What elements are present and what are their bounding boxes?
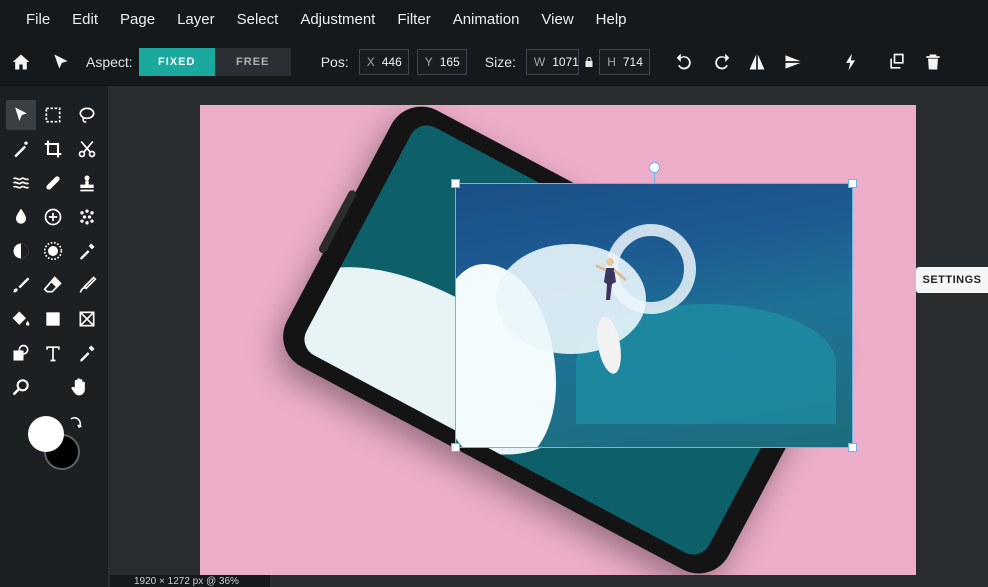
zoom-tool-icon[interactable] [6,372,36,402]
resize-handle-bottom-left[interactable] [451,443,460,452]
shape-tool-icon[interactable] [6,338,36,368]
smudge-tool-icon[interactable] [72,270,102,300]
surfer-figure [596,258,626,300]
size-label: Size: [484,53,516,70]
stamp-tool-icon[interactable] [72,168,102,198]
select-tool-icon[interactable] [6,100,36,130]
h-field-value[interactable]: 714 [623,55,649,69]
x-field[interactable]: X 446 [358,48,409,75]
menu-file[interactable]: File [26,11,50,28]
selected-layer-bounds[interactable] [451,162,857,452]
flip-vertical-icon[interactable] [776,45,810,79]
dodge-tool-icon[interactable] [6,236,36,266]
rotate-handle[interactable] [649,162,660,173]
rotate-right-icon[interactable] [704,45,738,79]
fill-tool-icon[interactable] [6,304,36,334]
status-bar-dimensions: 1920 × 1272 px @ 36% [110,575,270,587]
workspace[interactable] [108,86,988,587]
burn-tool-icon[interactable] [38,236,68,266]
canvas-artboard[interactable] [200,105,916,575]
cut-tool-icon[interactable] [72,134,102,164]
options-toolbar: Aspect: FIXED FREE Pos: X 446 Y 165 Size… [0,38,988,86]
menu-view[interactable]: View [541,11,573,28]
duplicate-icon[interactable] [880,45,914,79]
rectangle-tool-icon[interactable] [38,304,68,334]
image-placeholder-icon[interactable] [72,304,102,334]
marquee-tool-icon[interactable] [38,100,68,130]
photo-editor-app: File Edit Page Layer Select Adjustment F… [0,0,988,587]
menu-filter[interactable]: Filter [397,11,430,28]
menu-select[interactable]: Select [237,11,279,28]
resize-handle-top-left[interactable] [451,179,460,188]
move-tool-icon[interactable] [44,45,78,79]
lasso-tool-icon[interactable] [72,100,102,130]
x-field-value[interactable]: 446 [382,55,408,69]
swap-colors-icon[interactable] [66,414,84,432]
y-field[interactable]: Y 165 [416,48,467,75]
delete-icon[interactable] [916,45,950,79]
menubar: File Edit Page Layer Select Adjustment F… [0,0,988,38]
pattern-tool-icon[interactable] [72,202,102,232]
blur-tool-icon[interactable] [6,202,36,232]
text-tool-icon[interactable] [38,338,68,368]
magic-wand-icon[interactable] [6,134,36,164]
rotate-left-icon[interactable] [668,45,702,79]
lock-icon[interactable] [579,45,599,79]
w-field-key: W [533,54,546,69]
aspect-free-button[interactable]: FREE [214,47,291,76]
menu-animation[interactable]: Animation [453,11,520,28]
rotation-guide [654,172,655,184]
aspect-fixed-button[interactable]: FIXED [138,47,215,76]
menu-layer[interactable]: Layer [177,11,215,28]
liquify-tool-icon[interactable] [6,168,36,198]
w-field-value[interactable]: 1071 [552,55,579,69]
menu-help[interactable]: Help [596,11,627,28]
y-field-key: Y [424,54,433,69]
eyedropper-tool-icon[interactable] [72,338,102,368]
menu-page[interactable]: Page [120,11,155,28]
crop-tool-icon[interactable] [38,134,68,164]
menu-adjustment[interactable]: Adjustment [300,11,375,28]
home-icon[interactable] [4,45,38,79]
h-field-key: H [607,54,616,69]
menu-edit[interactable]: Edit [72,11,98,28]
flip-horizontal-icon[interactable] [740,45,774,79]
resize-handle-top-right[interactable] [848,179,857,188]
w-field[interactable]: W 1071 [525,48,580,75]
surfer-photo-layer [456,184,852,447]
magic-transform-icon[interactable] [834,45,868,79]
y-field-value[interactable]: 165 [440,55,466,69]
aspect-label: Aspect: [86,53,133,70]
eraser-tool-icon[interactable] [38,270,68,300]
brush-tool-icon[interactable] [6,270,36,300]
primary-color-swatch[interactable] [28,416,64,452]
heal-tool-icon[interactable] [38,168,68,198]
settings-button[interactable]: SETTINGS [916,267,988,293]
aspect-toggle: FIXED FREE [138,47,291,76]
x-field-key: X [366,54,375,69]
hand-tool-icon[interactable] [64,372,94,402]
resize-handle-bottom-right[interactable] [848,443,857,452]
pos-label: Pos: [320,53,349,70]
sponge-tool-icon[interactable] [38,202,68,232]
color-picker-icon[interactable] [72,236,102,266]
h-field[interactable]: H 714 [599,48,650,75]
tools-panel [0,86,108,587]
